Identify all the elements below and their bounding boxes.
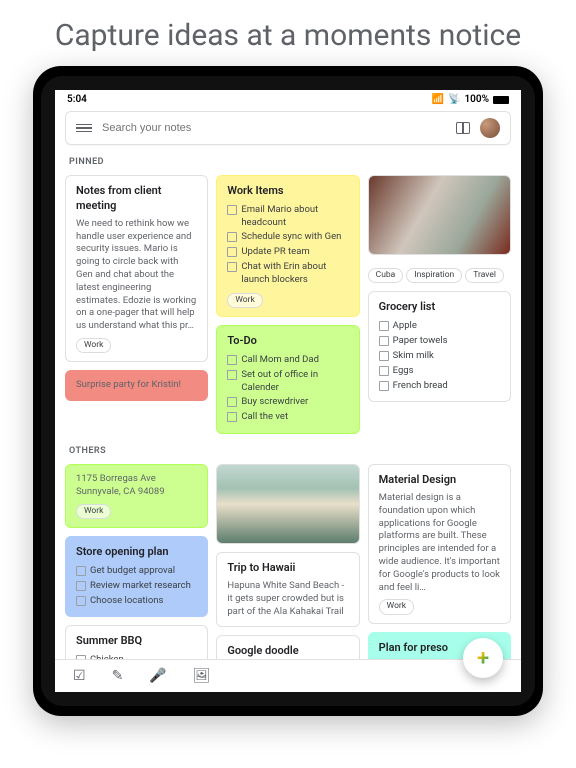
tag-chip[interactable]: Inspiration (406, 268, 462, 283)
note-card[interactable] (368, 175, 511, 255)
note-card[interactable]: Notes from client meeting We need to reth… (65, 175, 208, 362)
section-others-label: OTHERS (55, 442, 521, 460)
beach-photo (217, 465, 358, 543)
note-body: 1175 Borregas Ave Sunnyvale, CA 94089 (76, 473, 197, 499)
note-title: Google doodle (227, 644, 348, 659)
note-body: Material design is a foundation upon whi… (379, 492, 500, 595)
note-title: Work Items (227, 184, 348, 199)
checklist-item[interactable]: Choose locations (76, 594, 197, 609)
checklist-item[interactable]: Eggs (379, 364, 500, 379)
search-input[interactable] (102, 122, 456, 134)
checklist-item[interactable]: Get budget approval (76, 564, 197, 579)
checklist-item[interactable]: Call the vet (227, 410, 348, 425)
tablet-frame: 5:04 📶 📡 100% PINNED Notes from client m… (33, 66, 543, 716)
note-card[interactable]: Work Items Email Mario about headcountSch… (216, 175, 359, 317)
view-toggle-icon[interactable] (456, 122, 470, 134)
checklist: Email Mario about headcountSchedule sync… (227, 203, 348, 288)
checklist-item[interactable]: Buy screwdriver (227, 395, 348, 410)
hero-title: Capture ideas at a moments notice (0, 0, 576, 66)
wifi-icon: 📡 (448, 94, 460, 105)
draw-icon[interactable]: ✎ (112, 668, 124, 684)
avatar[interactable] (480, 118, 500, 138)
note-body: Surprise party for Kristin! (76, 379, 197, 392)
bottom-toolbar: ☑ ✎ 🎤 🖼 (55, 659, 521, 692)
tag-chip[interactable]: Work (76, 504, 111, 519)
checklist-icon[interactable]: ☑ (73, 668, 86, 684)
note-body: Hapuna White Sand Beach - it gets super … (227, 580, 348, 618)
note-body: We need to rethink how we handle user ex… (76, 218, 197, 333)
tablet-bezel: 5:04 📶 📡 100% PINNED Notes from client m… (41, 76, 535, 706)
note-card[interactable]: To-Do Call Mom and DadSet out of office i… (216, 325, 359, 434)
app-screen: 5:04 📶 📡 100% PINNED Notes from client m… (55, 90, 521, 692)
new-note-fab[interactable]: + (463, 638, 503, 678)
note-title: Grocery list (379, 300, 500, 315)
mic-icon[interactable]: 🎤 (149, 668, 166, 684)
note-title: Trip to Hawaii (227, 561, 348, 576)
tag-chip[interactable]: Work (76, 338, 111, 353)
checklist-item[interactable]: Update PR team (227, 245, 348, 260)
checklist: Call Mom and DadSet out of office in Cal… (227, 353, 348, 425)
image-icon[interactable]: 🖼 (193, 668, 211, 684)
tag-chip[interactable]: Cuba (368, 268, 404, 283)
status-bar: 5:04 📶 📡 100% (55, 90, 521, 107)
note-title: Material Design (379, 473, 500, 488)
checklist-item[interactable]: Email Mario about headcount (227, 203, 348, 231)
checklist-item[interactable]: Skim milk (379, 349, 500, 364)
tag-chip[interactable]: Work (379, 599, 414, 614)
checklist-item[interactable]: Schedule sync with Gen (227, 230, 348, 245)
checklist-item[interactable]: Apple (379, 319, 500, 334)
note-card[interactable]: Trip to Hawaii Hapuna White Sand Beach - … (216, 552, 359, 627)
car-photo (369, 176, 510, 254)
search-bar[interactable] (65, 111, 511, 145)
note-card[interactable]: Material Design Material design is a foun… (368, 464, 511, 624)
pinned-grid: Notes from client meeting We need to reth… (55, 171, 521, 438)
checklist-item[interactable]: Set out of office in Calender (227, 368, 348, 396)
note-card[interactable]: Surprise party for Kristin! (65, 370, 208, 401)
note-card[interactable] (216, 464, 359, 544)
note-title: Summer BBQ (76, 634, 197, 649)
status-indicators: 📶 📡 100% (432, 94, 509, 105)
checklist: Get budget approvalReview market researc… (76, 564, 197, 608)
checklist-item[interactable]: Paper towels (379, 334, 500, 349)
battery-icon (493, 96, 509, 104)
note-title: To-Do (227, 334, 348, 349)
note-card[interactable]: Grocery list ApplePaper towelsSkim milkEg… (368, 291, 511, 402)
others-grid: 1175 Borregas Ave Sunnyvale, CA 94089 Wor… (55, 460, 521, 692)
checklist-item[interactable]: French bread (379, 379, 500, 394)
note-card[interactable]: 1175 Borregas Ave Sunnyvale, CA 94089 Wor… (65, 464, 208, 528)
note-title: Notes from client meeting (76, 184, 197, 214)
tag-chip[interactable]: Travel (465, 268, 504, 283)
tag-chip[interactable]: Work (227, 293, 262, 308)
signal-icon: 📶 (432, 94, 444, 105)
checklist: ApplePaper towelsSkim milkEggsFrench bre… (379, 319, 500, 393)
note-card[interactable]: CubaInspirationTravel (368, 263, 511, 283)
section-pinned-label: PINNED (55, 153, 521, 171)
note-card[interactable]: Store opening plan Get budget approvalRev… (65, 536, 208, 617)
note-title: Store opening plan (76, 545, 197, 560)
plus-icon: + (477, 646, 489, 671)
status-time: 5:04 (67, 94, 87, 105)
menu-icon[interactable] (76, 124, 92, 133)
checklist-item[interactable]: Call Mom and Dad (227, 353, 348, 368)
checklist-item[interactable]: Chat with Erin about launch blockers (227, 260, 348, 288)
checklist-item[interactable]: Review market research (76, 579, 197, 594)
battery-percent: 100% (464, 94, 489, 105)
